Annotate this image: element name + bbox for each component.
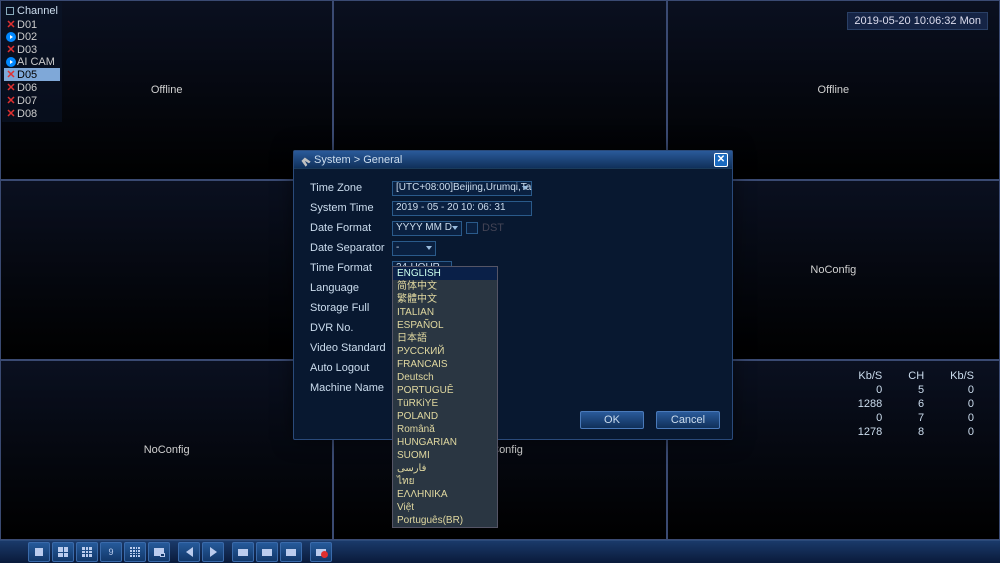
- x-icon: ✕: [6, 94, 16, 107]
- channel-label: D03: [17, 44, 37, 56]
- cell-status: Offline: [151, 84, 183, 96]
- dateformat-select[interactable]: YYYY MM D: [392, 221, 462, 236]
- timezone-select[interactable]: [UTC+08:00]Beijing,Urumqi,Ta: [392, 181, 532, 196]
- cell-status: NoConfig: [144, 444, 190, 456]
- close-button[interactable]: ✕: [714, 153, 728, 167]
- channel-title: Channel: [4, 4, 60, 18]
- channel-item[interactable]: ✕D01: [4, 18, 60, 31]
- channel-item[interactable]: ✕D03: [4, 43, 60, 56]
- cell-status: NoConfig: [810, 264, 856, 276]
- dst-label: DST: [482, 222, 504, 234]
- language-option[interactable]: ΕΛΛΗΝΙΚΑ: [393, 488, 497, 501]
- language-option[interactable]: HUNGARIAN: [393, 436, 497, 449]
- x-icon: ✕: [6, 107, 16, 120]
- language-option[interactable]: РУССКИЙ: [393, 345, 497, 358]
- cell-7[interactable]: NoConfig: [0, 360, 333, 540]
- language-option[interactable]: FRANCAIS: [393, 358, 497, 371]
- channel-item[interactable]: D02: [4, 31, 60, 43]
- x-icon: ✕: [6, 18, 16, 31]
- channel-label: AI CAM: [17, 56, 55, 68]
- x-icon: ✕: [6, 81, 16, 94]
- language-option[interactable]: Việt: [393, 501, 497, 514]
- cell-4[interactable]: [0, 180, 333, 360]
- layout-1-button[interactable]: [28, 542, 50, 562]
- record-icon: [321, 551, 328, 558]
- channel-sidebar: Channel ✕D01D02✕D03AI CAM✕D05✕D06✕D07✕D0…: [2, 2, 62, 122]
- datetime-display: 2019-05-20 10:06:32 Mon: [847, 12, 988, 30]
- language-option[interactable]: فارسی: [393, 462, 497, 475]
- language-option[interactable]: PORTUGUÊ: [393, 384, 497, 397]
- record-button[interactable]: [310, 542, 332, 562]
- play-icon: [6, 57, 16, 67]
- play-icon: [6, 32, 16, 42]
- channel-label: D05: [17, 69, 37, 81]
- channel-title-text: Channel: [17, 5, 58, 17]
- dialog-titlebar[interactable]: System > General ✕: [294, 151, 732, 169]
- channel-label: D06: [17, 82, 37, 94]
- dvrno-label: DVR No.: [310, 322, 392, 334]
- language-option[interactable]: ITALIAN: [393, 306, 497, 319]
- systime-label: System Time: [310, 202, 392, 214]
- general-settings-dialog: System > General ✕ Time Zone [UTC+08:00]…: [293, 150, 733, 440]
- systime-input[interactable]: 2019 - 05 - 20 10: 06: 31: [392, 201, 532, 216]
- channel-item[interactable]: AI CAM: [4, 56, 60, 68]
- x-icon: ✕: [6, 68, 16, 81]
- language-option[interactable]: ไทย: [393, 475, 497, 488]
- machinename-label: Machine Name: [310, 382, 392, 394]
- expand-icon[interactable]: [6, 7, 14, 15]
- language-option[interactable]: ESPAÑOL: [393, 319, 497, 332]
- language-option[interactable]: Română: [393, 423, 497, 436]
- channel-item[interactable]: ✕D07: [4, 94, 60, 107]
- channel-item[interactable]: ✕D08: [4, 107, 60, 120]
- arrow-right-icon: [210, 547, 217, 557]
- language-option[interactable]: Português(BR): [393, 514, 497, 527]
- layout-4-button[interactable]: [52, 542, 74, 562]
- channel-item[interactable]: ✕D05: [4, 68, 60, 81]
- language-dropdown[interactable]: ENGLISH简体中文繁體中文ITALIANESPAÑOL日本語РУССКИЙF…: [392, 266, 498, 528]
- language-label: Language: [310, 282, 392, 294]
- bitrate-stats: Kb/SCHKb/S050128860070127880: [844, 368, 988, 440]
- wrench-icon: [296, 151, 313, 168]
- language-option[interactable]: Deutsch: [393, 371, 497, 384]
- screen-c-button[interactable]: [280, 542, 302, 562]
- layout-9b-button[interactable]: 9: [100, 542, 122, 562]
- screen-b-button[interactable]: [256, 542, 278, 562]
- language-option[interactable]: 繁體中文: [393, 293, 497, 306]
- timezone-label: Time Zone: [310, 182, 392, 194]
- arrow-left-icon: [186, 547, 193, 557]
- dialog-title: System > General: [314, 154, 714, 166]
- cell-status: Offline: [818, 84, 850, 96]
- language-option[interactable]: 日本語: [393, 332, 497, 345]
- pip-button[interactable]: [148, 542, 170, 562]
- language-option[interactable]: TüRKiYE: [393, 397, 497, 410]
- language-option[interactable]: SUOMI: [393, 449, 497, 462]
- timeformat-label: Time Format: [310, 262, 392, 274]
- datesep-label: Date Separator: [310, 242, 392, 254]
- layout-16-button[interactable]: [124, 542, 146, 562]
- ok-button[interactable]: OK: [580, 411, 644, 429]
- layout-9-button[interactable]: [76, 542, 98, 562]
- x-icon: ✕: [6, 43, 16, 56]
- prev-button[interactable]: [178, 542, 200, 562]
- dateformat-label: Date Format: [310, 222, 392, 234]
- channel-label: D01: [17, 19, 37, 31]
- videostd-label: Video Standard: [310, 342, 392, 354]
- language-option[interactable]: 简体中文: [393, 280, 497, 293]
- channel-label: D07: [17, 95, 37, 107]
- autologout-label: Auto Logout: [310, 362, 392, 374]
- datesep-select[interactable]: -: [392, 241, 436, 256]
- language-option[interactable]: ENGLISH: [393, 267, 497, 280]
- cancel-button[interactable]: Cancel: [656, 411, 720, 429]
- next-button[interactable]: [202, 542, 224, 562]
- screen-a-button[interactable]: [232, 542, 254, 562]
- language-option[interactable]: POLAND: [393, 410, 497, 423]
- bottom-toolbar: 9: [0, 540, 1000, 563]
- channel-item[interactable]: ✕D06: [4, 81, 60, 94]
- channel-label: D08: [17, 108, 37, 120]
- dst-checkbox[interactable]: [466, 222, 478, 234]
- channel-label: D02: [17, 31, 37, 43]
- storagefull-label: Storage Full: [310, 302, 392, 314]
